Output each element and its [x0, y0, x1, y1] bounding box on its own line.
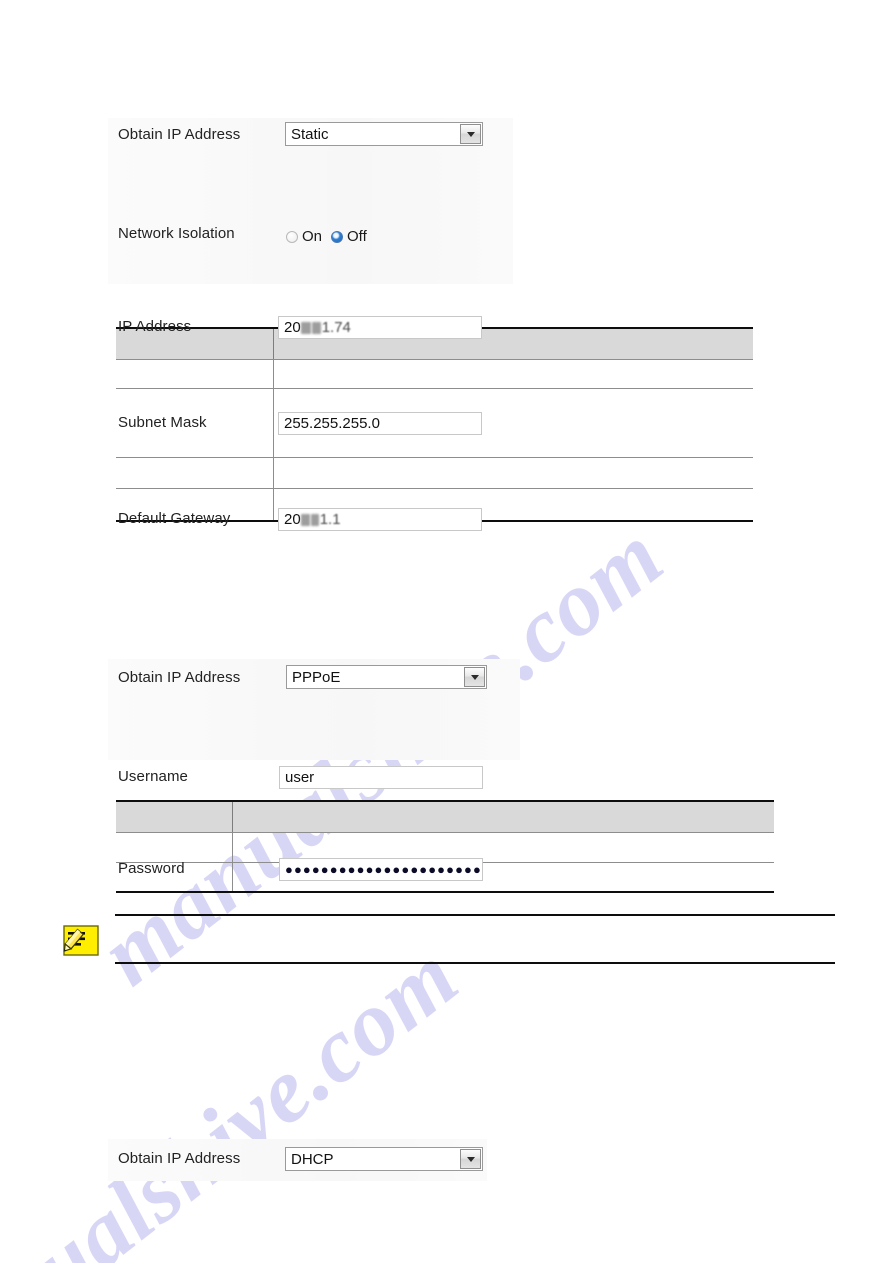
input-value-username: user: [285, 769, 315, 786]
label-obtain-ip-address: Obtain IP Address: [118, 126, 241, 143]
select-obtain-ip-address-pppoe[interactable]: PPPoE: [286, 665, 487, 689]
radio-network-isolation-on[interactable]: On: [286, 228, 322, 245]
select-obtain-ip-address-dhcp[interactable]: DHCP: [285, 1147, 483, 1171]
label-username: Username: [118, 768, 188, 785]
note-top-rule: [115, 914, 835, 916]
redaction-mark: 8: [311, 513, 320, 526]
label-default-gateway: Default Gateway: [118, 510, 231, 527]
form-row-obtain-ip-address: Obtain IP Address Static: [108, 118, 513, 151]
label-obtain-ip-address: Obtain IP Address: [118, 1150, 241, 1167]
note-bottom-rule: [115, 962, 835, 964]
chevron-down-icon[interactable]: [460, 124, 481, 144]
select-value-obtain-ip-address: Static: [291, 125, 329, 143]
select-value-obtain-ip-address: DHCP: [291, 1150, 334, 1168]
radio-group-network-isolation: On Off: [286, 228, 367, 245]
input-value-default-gateway-prefix: 20: [284, 511, 301, 528]
form-row-username: Username user: [108, 725, 520, 789]
input-value-password: ●●●●●●●●●●●●●●●●●●●●●●●●●: [285, 862, 482, 877]
input-password[interactable]: ●●●●●●●●●●●●●●●●●●●●●●●●●: [279, 858, 483, 881]
table-cell-description: [273, 457, 753, 489]
note-pencil-icon: [63, 925, 99, 956]
radio-network-isolation-off[interactable]: Off: [331, 228, 367, 245]
note-callout: [115, 914, 835, 964]
redaction-mark: 8: [301, 513, 311, 526]
chevron-down-icon[interactable]: [460, 1149, 481, 1169]
radio-dot-selected-icon: [331, 230, 344, 243]
input-value-default-gateway-suffix: 1.1: [319, 511, 341, 528]
form-row-ip-address: IP Address 20881.74: [108, 246, 513, 339]
label-network-isolation: Network Isolation: [118, 225, 235, 242]
radio-label-on: On: [302, 228, 323, 245]
select-value-obtain-ip-address: PPPoE: [292, 668, 341, 686]
table-cell-parameter: [116, 832, 233, 863]
radio-label-off: Off: [347, 228, 367, 245]
note-text: [115, 917, 835, 961]
watermark-text: manualshive.com: [0, 924, 477, 1263]
input-value-subnet-mask: 255.255.255.0: [284, 415, 380, 432]
label-subnet-mask: Subnet Mask: [118, 414, 207, 431]
select-obtain-ip-address[interactable]: Static: [285, 122, 483, 146]
table-cell-parameter: [116, 457, 274, 489]
pppoe-form-panel: Obtain IP Address PPPoE Username user Pa…: [108, 659, 520, 881]
radio-dot-icon: [286, 230, 298, 243]
chevron-down-icon[interactable]: [464, 667, 485, 687]
dhcp-form-panel: Obtain IP Address DHCP: [108, 1139, 487, 1181]
label-obtain-ip-address: Obtain IP Address: [118, 669, 241, 686]
table-row: [116, 457, 753, 489]
static-ip-form-panel: Obtain IP Address Static Network Isolati…: [108, 118, 513, 531]
form-row-subnet-mask: Subnet Mask 255.255.255.0: [108, 310, 513, 435]
form-row-obtain-ip-address-pppoe: Obtain IP Address PPPoE: [108, 659, 520, 692]
label-password: Password: [118, 860, 185, 877]
form-row-network-isolation: Network Isolation On Off: [108, 184, 513, 245]
input-default-gateway[interactable]: 20881.1: [278, 508, 482, 531]
input-username[interactable]: user: [279, 766, 483, 789]
form-row-password: Password ●●●●●●●●●●●●●●●●●●●●●●●●●: [108, 787, 520, 881]
form-row-obtain-ip-address-dhcp: Obtain IP Address DHCP: [108, 1139, 487, 1172]
input-subnet-mask[interactable]: 255.255.255.0: [278, 412, 482, 435]
form-row-default-gateway: Default Gateway 20881.1: [108, 374, 513, 531]
